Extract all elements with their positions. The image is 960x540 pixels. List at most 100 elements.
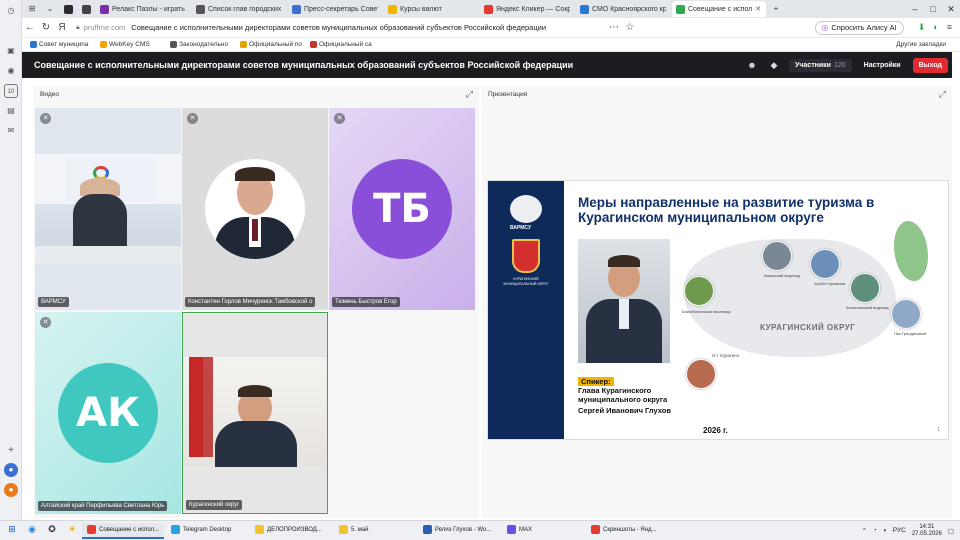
expand-icon[interactable]: ⤢ — [466, 89, 473, 100]
new-tab-button[interactable]: + — [768, 2, 784, 16]
poi-label: Хребет Крыжина — [814, 281, 846, 286]
browser-tab[interactable]: Релакс Пазлы - играть он — [96, 1, 190, 17]
add-panel-icon[interactable]: + — [4, 444, 18, 458]
download-icon[interactable]: ⬇ — [918, 22, 926, 33]
poi-label: Шалаболинская писаница — [682, 309, 731, 314]
poi-photo — [891, 299, 921, 329]
start-icon[interactable]: ⊞ — [4, 524, 20, 538]
bookmark-label: Официальный са — [319, 41, 372, 48]
browser-tab[interactable]: СМО Красноярского края — [576, 1, 670, 17]
video-tile[interactable]: ТБ ✕ Тюмень Быстров Егор — [329, 108, 475, 310]
network-icon[interactable]: ◔ — [873, 527, 877, 534]
bookmark-item[interactable]: Законодательно — [170, 41, 232, 48]
speaker-photo — [578, 239, 670, 363]
browser-tab[interactable] — [78, 1, 94, 17]
menu-icon[interactable]: ≡ — [947, 22, 952, 33]
exit-button[interactable]: Выход — [912, 57, 948, 73]
close-window-button[interactable]: ✕ — [942, 4, 960, 15]
browser-tab[interactable]: Яндекс Кликер — Сокра — [480, 1, 574, 17]
mail-icon[interactable]: ✉ — [4, 124, 18, 138]
language-indicator[interactable]: РУС — [893, 527, 906, 534]
expand-icon[interactable]: ⤢ — [939, 89, 946, 100]
browser-tab[interactable]: Список глав городских о — [192, 1, 286, 17]
presentation-slide: ВАРМСУ КУРАГИНСКИЙ МУНИЦИПАЛЬНЫЙ ОКРУГ М… — [487, 180, 949, 440]
poi-photo — [810, 249, 840, 279]
bookmark-icon[interactable]: ☆ — [622, 22, 638, 33]
notes-icon[interactable]: ▤ — [4, 104, 18, 118]
bookmark-favicon-icon — [240, 41, 247, 48]
maximize-button[interactable]: □ — [924, 4, 942, 15]
tag-icon[interactable]: ◆ — [767, 60, 781, 71]
close-tab-icon[interactable]: ✕ — [755, 5, 761, 13]
tab-favicon-icon — [388, 4, 397, 14]
reload-button[interactable]: ↻ — [38, 22, 54, 33]
tab-label: Яндекс Кликер — Сокра — [496, 5, 570, 13]
yandex-icon[interactable]: Я — [54, 22, 70, 33]
taskbar-app[interactable]: Релиз Глухов - Wo... — [418, 523, 500, 539]
back-button[interactable]: ← — [22, 22, 38, 33]
video-tile[interactable]: ✕ Константин Горлов Мичуринск Тамбовской… — [182, 108, 328, 310]
alice-icon: ◎ — [821, 23, 829, 32]
bookmark-item[interactable]: Совет муниципа — [30, 41, 92, 48]
participants-button[interactable]: Участники 120 — [789, 58, 852, 72]
clock[interactable]: 14:31 27.05.2026 — [912, 524, 942, 538]
presentation-panel-label: Презентация — [488, 91, 528, 98]
minimize-button[interactable]: – — [906, 4, 924, 15]
extension-icon[interactable]: ◐ — [933, 22, 938, 33]
speaker-icon[interactable]: ◖ — [883, 527, 887, 534]
taskbar-app[interactable]: 5. май — [334, 523, 416, 539]
taskbar-app[interactable]: Скриншоты - Янд... — [586, 523, 668, 539]
org-name: ВАРМСУ — [510, 225, 532, 231]
history-icon[interactable]: ◷ — [4, 4, 18, 18]
game-icon[interactable]: ✪ — [44, 524, 60, 538]
participant-name: ВАРМСУ — [38, 297, 69, 307]
market-icon[interactable]: ● — [4, 483, 18, 497]
downloads-icon[interactable]: ◉ — [4, 64, 18, 78]
taskbar-app[interactable]: MAX — [502, 523, 584, 539]
taskbar-app[interactable]: Совещание с испол... — [82, 522, 164, 539]
meeting-title: Совещание с исполнительными директорами … — [34, 60, 574, 70]
emoji-icon[interactable]: ☻ — [745, 60, 759, 70]
slide-page-number: 1 — [937, 427, 940, 433]
browser-tab[interactable]: Совещание с испол ✕ — [672, 1, 766, 17]
taskbar-app[interactable]: ДЕЛОПРОИЗВОД... — [250, 523, 332, 539]
browser-tab[interactable] — [60, 1, 76, 17]
video-tile[interactable]: АК ✕ Алтайский край Перфильева Светлана … — [35, 312, 181, 514]
taskbar: ⊞ ◉ ✪ ☀ Совещание с испол... Telegram Des… — [0, 520, 960, 540]
video-tile[interactable]: ✕ ВАРМСУ — [35, 108, 181, 310]
browser-sidebar: ◷ ▣ ◉ 10 ▤ ✉ + ● ● — [0, 0, 22, 520]
taskbar-app-label: Telegram Desktop — [183, 526, 232, 533]
tab-list-icon[interactable]: ⊞ — [24, 2, 40, 16]
counter-icon[interactable]: 10 — [4, 84, 18, 98]
tab-label: СМО Красноярского края — [592, 5, 666, 13]
notifications-icon[interactable]: ▢ — [948, 527, 954, 535]
browser-tab[interactable]: Пресс-секретарь Совето — [288, 1, 382, 17]
app-icon — [507, 525, 516, 534]
alice-icon[interactable]: ● — [4, 463, 18, 477]
bookmark-item[interactable]: Официальный са — [310, 41, 372, 48]
ask-alice-button[interactable]: ◎ Спросить Алису AI — [814, 20, 904, 35]
bookmark-item[interactable]: WebKey CMS — [100, 41, 162, 48]
tab-favicon-icon — [196, 4, 205, 14]
bookmark-label: Совет муниципа — [39, 41, 89, 48]
taskbar-app-label: 5. май — [351, 526, 369, 533]
bookmark-item[interactable]: Официальный по — [240, 41, 302, 48]
settings-button[interactable]: Настройки — [860, 59, 905, 72]
sun-icon[interactable]: ☀ — [64, 524, 80, 538]
slide-title: Меры направленные на развитие туризма в … — [578, 195, 875, 225]
more-icon[interactable]: ⋯ — [606, 22, 622, 33]
participant-name: Константин Горлов Мичуринск Тамбовской о — [185, 297, 316, 307]
bookmark-favicon-icon — [100, 41, 107, 48]
url-field[interactable]: 🔒︎ pruffme.com Совещание с исполнительны… — [76, 20, 546, 36]
chevron-up-icon[interactable]: ⌃ — [861, 527, 866, 535]
speaker-info: Спикер: Глава Курагинского муниципальног… — [578, 377, 688, 415]
chevron-down-icon[interactable]: ⌄ — [42, 2, 58, 16]
video-tile-active-speaker[interactable]: Курагинский округ — [182, 312, 328, 514]
taskbar-app-label: Совещание с испол... — [99, 526, 160, 533]
taskbar-apps: Совещание с испол... Telegram Desktop ДЕЛО… — [80, 522, 668, 539]
collections-icon[interactable]: ▣ — [4, 44, 18, 58]
other-bookmarks[interactable]: Другие закладки — [896, 41, 946, 48]
taskbar-app[interactable]: Telegram Desktop — [166, 523, 248, 539]
edge-icon[interactable]: ◉ — [24, 524, 40, 538]
browser-tab[interactable]: Курсы валют — [384, 1, 478, 17]
